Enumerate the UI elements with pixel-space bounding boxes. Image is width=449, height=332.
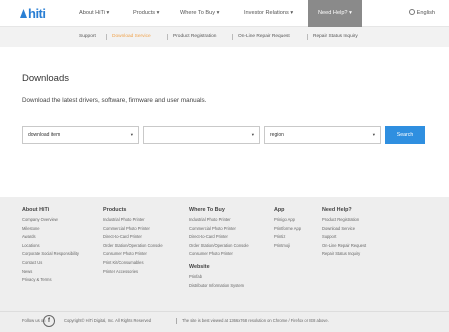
footer-link[interactable]: Direct-to-Card Printer <box>103 233 163 242</box>
footer-link[interactable]: Printer Accessories <box>103 268 163 277</box>
divider <box>232 34 233 40</box>
footer-heading: Products <box>103 207 127 213</box>
footer-link[interactable]: Industrial Photo Printer <box>103 216 163 225</box>
footer-link[interactable]: Order Station/Operation Console <box>103 242 163 251</box>
footer-link[interactable]: Printiz <box>274 233 301 242</box>
product-select[interactable]: ▾ <box>143 126 260 144</box>
subnav-repair-status-inquiry[interactable]: Repair Status Inquiry <box>313 27 358 47</box>
chevron-down-icon: ▾ <box>216 10 220 16</box>
divider <box>307 34 308 40</box>
footer: About HiTi Company Overview Milestone Aw… <box>0 197 449 332</box>
footer-link[interactable]: Direct-to-Card Printer <box>189 233 249 242</box>
footer-heading: Where To Buy <box>189 207 225 213</box>
region-select[interactable]: region ▾ <box>264 126 381 144</box>
chevron-down-icon: ▾ <box>251 132 254 137</box>
nav-item-need-help[interactable]: Need Help? ▾ <box>308 0 362 27</box>
footer-heading: App <box>274 207 285 213</box>
nav-item-about[interactable]: About HiTi ▾ <box>79 0 109 27</box>
footer-column-app: App Prinigo App Printforme App Printiz P… <box>274 207 301 250</box>
footer-link[interactable]: Contact Us <box>22 259 79 268</box>
footer-link[interactable]: News <box>22 268 79 277</box>
chevron-down-icon: ▾ <box>130 132 133 137</box>
footer-link[interactable]: Distributor Information System <box>189 282 249 291</box>
footer-heading: Need Help? <box>322 207 352 213</box>
logo-text: hiti <box>28 6 46 21</box>
language-selector[interactable]: English <box>408 0 435 27</box>
footer-link[interactable]: Printforme App <box>274 225 301 234</box>
footer-link[interactable]: Support <box>322 233 366 242</box>
footer-link[interactable]: Prinigo App <box>274 216 301 225</box>
chevron-down-icon: ▾ <box>156 10 160 16</box>
footer-column-where-to-buy: Where To Buy Industrial Photo Printer Co… <box>189 207 249 290</box>
footer-column-about: About HiTi Company Overview Milestone Aw… <box>22 207 79 285</box>
browser-note: The site is best viewed at 1366x768 reso… <box>182 318 329 323</box>
footer-link[interactable]: Order Station/Operation Console <box>189 242 249 251</box>
footer-link[interactable]: Product Registration <box>322 216 366 225</box>
chevron-down-icon: ▾ <box>349 10 352 16</box>
select-value: download item <box>28 132 61 138</box>
footer-heading: About HiTi <box>22 207 50 213</box>
footer-link[interactable]: Printmoji <box>274 242 301 251</box>
footer-link[interactable]: Company Overview <box>22 216 79 225</box>
download-item-select[interactable]: download item ▾ <box>22 126 139 144</box>
follow-us-label: Follow us on <box>22 318 46 323</box>
footer-link[interactable]: Download Service <box>322 225 366 234</box>
page-title: Downloads <box>22 73 69 84</box>
footer-link[interactable]: Consumer Photo Printer <box>103 250 163 259</box>
select-value: region <box>270 132 284 138</box>
subnav-product-registration[interactable]: Product Registration <box>173 27 216 47</box>
footer-link[interactable]: Repair Status Inquiry <box>322 250 366 259</box>
footer-link[interactable]: Commercial Photo Printer <box>189 225 249 234</box>
sub-navigation: Support Download Service Product Registr… <box>0 27 449 47</box>
search-button[interactable]: Search <box>385 126 425 144</box>
footer-link[interactable]: On-Line Repair Request <box>322 242 366 251</box>
footer-link[interactable]: Commercial Photo Printer <box>103 225 163 234</box>
nav-item-investor-relations[interactable]: Investor Relations ▾ <box>244 0 293 27</box>
nav-item-products[interactable]: Products ▾ <box>133 0 159 27</box>
chevron-down-icon: ▾ <box>106 10 110 16</box>
top-navigation: hiti About HiTi ▾ Products ▾ Where To Bu… <box>0 0 449 27</box>
footer-link[interactable]: Consumer Photo Printer <box>189 250 249 259</box>
footer-link[interactable]: Corporate Social Responsibility <box>22 250 79 259</box>
footer-link[interactable]: Prinfab <box>189 273 249 282</box>
hiti-logo[interactable]: hiti <box>20 6 46 21</box>
logo-mark-icon <box>20 9 27 18</box>
subnav-download-service[interactable]: Download Service <box>112 27 151 47</box>
footer-link[interactable]: Privacy & Terms <box>22 276 79 285</box>
divider <box>167 34 168 40</box>
footer-link[interactable]: Print Kit/Consumables <box>103 259 163 268</box>
footer-heading-website: Website <box>189 263 210 270</box>
subnav-online-repair-request[interactable]: On-Line Repair Request <box>238 27 290 47</box>
divider <box>106 34 107 40</box>
footer-column-products: Products Industrial Photo Printer Commer… <box>103 207 163 276</box>
footer-link[interactable]: Awards <box>22 233 79 242</box>
globe-icon <box>408 9 415 16</box>
page-description: Download the latest drivers, software, f… <box>22 97 207 104</box>
chevron-down-icon: ▾ <box>372 132 375 137</box>
footer-bottom-bar: Follow us on f Copyright© HiTi Digital, … <box>0 311 449 332</box>
footer-link[interactable]: Milestone <box>22 225 79 234</box>
footer-link[interactable]: Industrial Photo Printer <box>189 216 249 225</box>
divider <box>176 318 177 324</box>
footer-column-need-help: Need Help? Product Registration Download… <box>322 207 366 259</box>
chevron-down-icon: ▾ <box>290 10 294 16</box>
subnav-support[interactable]: Support <box>79 27 96 47</box>
copyright-text: Copyright© HiTi Digital, Inc. All Rights… <box>64 318 152 323</box>
footer-link[interactable]: Locations <box>22 242 79 251</box>
nav-item-where-to-buy[interactable]: Where To Buy ▾ <box>180 0 219 27</box>
facebook-icon[interactable]: f <box>43 315 55 327</box>
